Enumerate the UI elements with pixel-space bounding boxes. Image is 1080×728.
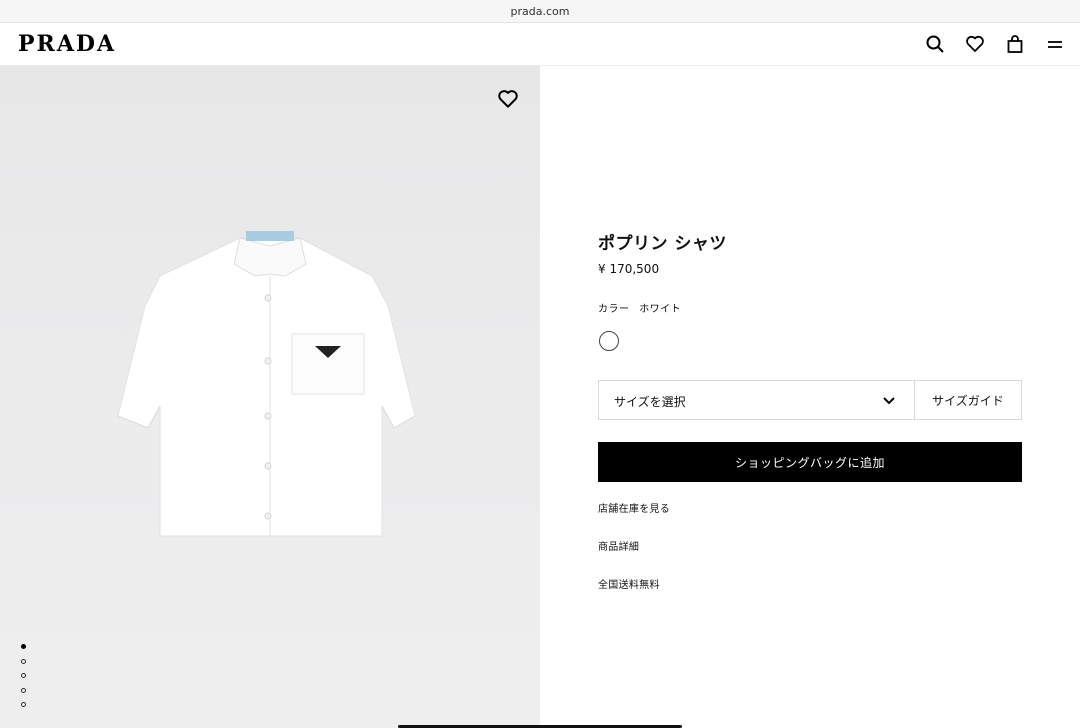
color-row: カラー ホワイト	[598, 300, 681, 315]
gallery-dot[interactable]	[21, 644, 26, 649]
gallery-pagination	[21, 644, 29, 717]
search-icon[interactable]	[925, 34, 945, 54]
store-stock-link[interactable]: 店舗在庫を見る	[598, 500, 670, 515]
product-details-link[interactable]: 商品詳細	[598, 538, 639, 553]
menu-icon[interactable]	[1045, 34, 1065, 54]
gallery-dot[interactable]	[21, 687, 26, 693]
product-image	[110, 216, 430, 556]
browser-url-bar[interactable]: prada.com	[0, 0, 1080, 23]
product-price: ¥ 170,500	[598, 262, 660, 276]
bag-icon[interactable]	[1005, 34, 1025, 54]
top-navigation: PRADA	[0, 23, 1080, 66]
product-image-gallery[interactable]	[0, 66, 540, 728]
color-value: ホワイト	[639, 304, 682, 315]
size-select-label: サイズを選択	[614, 395, 686, 409]
url-text: prada.com	[510, 4, 570, 18]
free-shipping-link[interactable]: 全国送料無料	[598, 576, 660, 591]
size-guide-button[interactable]: サイズガイド	[914, 380, 1022, 420]
gallery-dot[interactable]	[21, 702, 26, 707]
add-to-bag-button[interactable]: ショッピングバッグに追加	[598, 442, 1022, 482]
color-swatch-white[interactable]	[599, 331, 619, 351]
gallery-dot[interactable]	[21, 673, 26, 678]
favorite-heart-icon[interactable]	[497, 88, 519, 110]
product-title: ポプリン シャツ	[598, 234, 727, 254]
prada-logo[interactable]: PRADA	[18, 31, 116, 57]
gallery-dot[interactable]	[21, 658, 26, 664]
heart-icon[interactable]	[965, 34, 985, 54]
chevron-down-icon	[883, 397, 895, 405]
color-label: カラー	[598, 304, 630, 315]
size-select[interactable]: サイズを選択	[598, 380, 915, 420]
